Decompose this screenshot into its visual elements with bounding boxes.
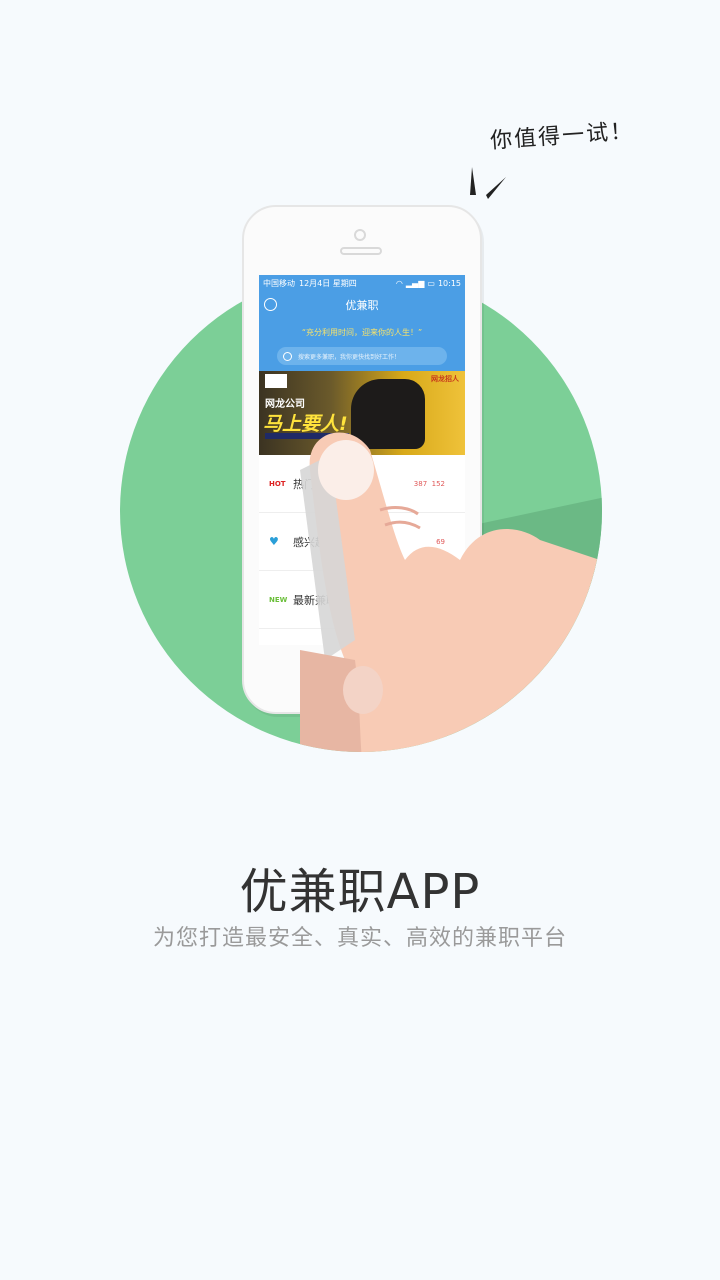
pointing-hand-illustration	[300, 432, 600, 752]
page-subtitle: 为您打造最安全、真实、高效的兼职平台	[152, 926, 567, 951]
page-title: 优兼职APP	[239, 864, 481, 920]
